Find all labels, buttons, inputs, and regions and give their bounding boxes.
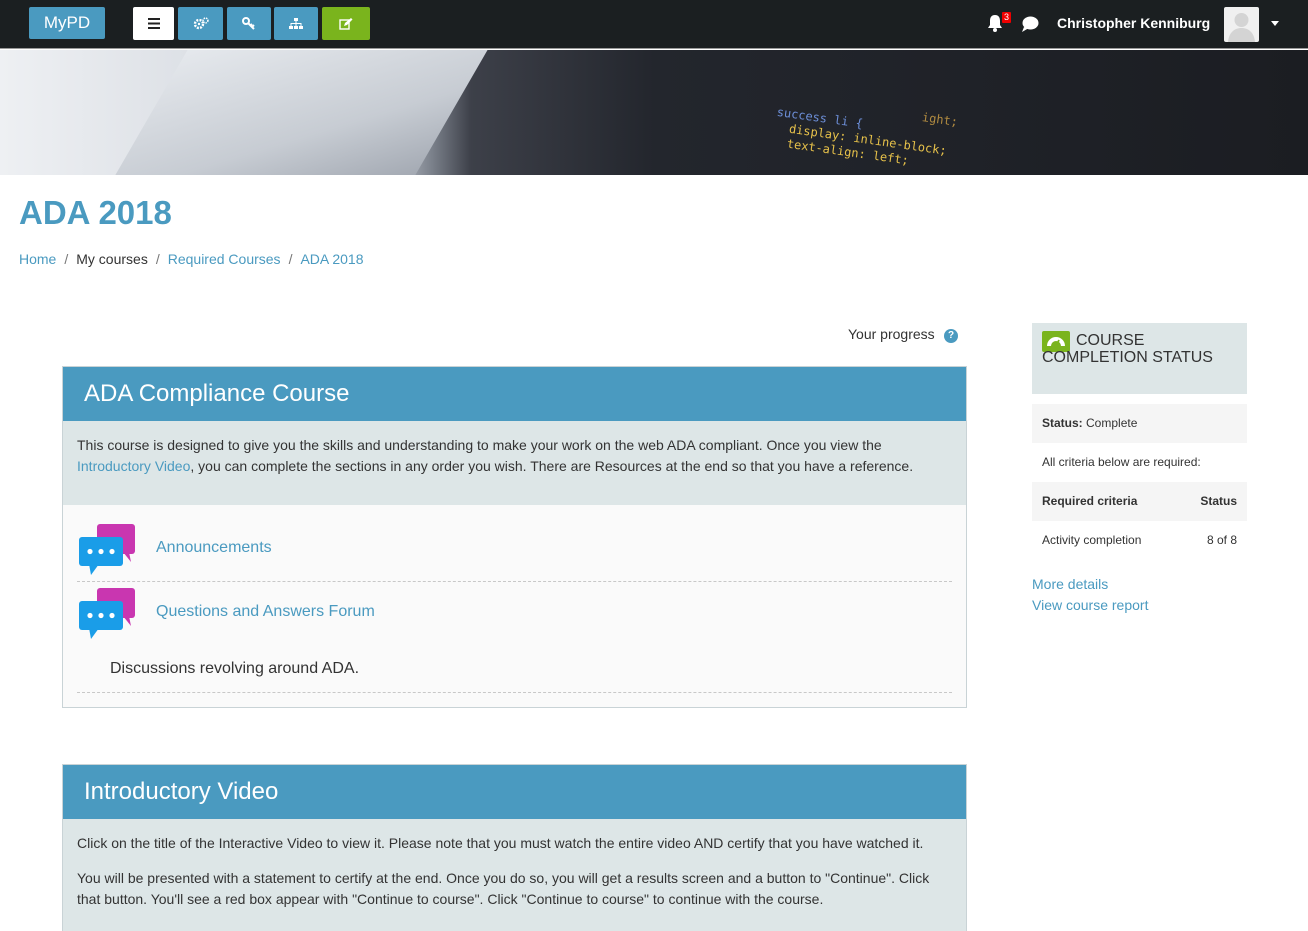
user-avatar[interactable] [1224, 7, 1259, 42]
activity-description: Discussions revolving around ADA. [110, 660, 360, 677]
view-course-report-link[interactable]: View course report [1032, 597, 1148, 613]
sitemap-button[interactable] [274, 7, 318, 40]
status-value: Complete [1086, 416, 1138, 430]
breadcrumb-home[interactable]: Home [19, 251, 56, 267]
course-header-banner-image: ight; success li { display: inline-block… [0, 50, 1308, 175]
section-introductory-video: Introductory Video Click on the title of… [62, 764, 967, 931]
activity-announcements: Announcements [77, 505, 952, 582]
activity-qa-forum: Questions and Answers Forum Discussions … [77, 582, 952, 693]
menu-icon [147, 18, 160, 29]
user-name[interactable]: Christopher Kenniburg [1057, 15, 1210, 31]
key-button[interactable] [227, 7, 271, 40]
edit-mode-button[interactable] [322, 7, 370, 40]
course-completion-status-block: COURSE COMPLETION STATUS Status: Complet… [1032, 323, 1247, 613]
block-header: COURSE COMPLETION STATUS [1032, 323, 1247, 394]
default-user-icon [1228, 13, 1255, 42]
edit-icon [339, 17, 353, 30]
cogs-icon [193, 17, 209, 30]
sitemap-icon [289, 17, 303, 29]
section-ada-compliance-course: ADA Compliance Course This course is des… [62, 366, 967, 708]
introductory-video-link[interactable]: Introductory Video [77, 458, 190, 474]
section-title: ADA Compliance Course [63, 367, 966, 421]
forum-icon [79, 588, 135, 639]
breadcrumb-current-course[interactable]: ADA 2018 [300, 251, 363, 267]
breadcrumb-my-courses: My courses [76, 251, 148, 267]
forum-icon [79, 524, 135, 575]
help-icon[interactable]: ? [944, 329, 958, 343]
qa-forum-link[interactable]: Questions and Answers Forum [156, 603, 375, 621]
criteria-row: Activity completion 8 of 8 [1042, 533, 1237, 547]
page-title: ADA 2018 [19, 194, 172, 231]
key-icon [242, 17, 255, 30]
admin-settings-button[interactable] [178, 7, 223, 40]
announcements-link[interactable]: Announcements [156, 539, 272, 557]
breadcrumb: Home / My courses / Required Courses / A… [19, 251, 364, 267]
notification-count-badge: 3 [1002, 12, 1012, 23]
section-title: Introductory Video [63, 765, 966, 819]
status-row: Status: Complete [1032, 404, 1247, 443]
block-title: COURSE COMPLETION STATUS [1042, 332, 1213, 366]
section-summary: Click on the title of the Interactive Vi… [63, 819, 966, 931]
messages-chat-icon[interactable] [1021, 15, 1040, 33]
summary-paragraph: Click on the title of the Interactive Vi… [77, 835, 924, 851]
summary-paragraph: You will be presented with a statement t… [77, 870, 930, 907]
section-summary: This course is designed to give you the … [63, 421, 966, 505]
criteria-note: All criteria below are required: [1042, 455, 1201, 469]
user-menu-caret-icon[interactable] [1271, 21, 1279, 26]
your-progress-label: Your progress [848, 326, 935, 342]
criteria-table-header: Required criteria Status [1032, 482, 1247, 521]
breadcrumb-required-courses[interactable]: Required Courses [168, 251, 281, 267]
brand-button[interactable]: MyPD [29, 7, 105, 39]
top-navbar: MyPD 3 Christopher Kenniburg [0, 0, 1308, 49]
more-details-link[interactable]: More details [1032, 576, 1108, 592]
menu-button[interactable] [133, 7, 174, 40]
